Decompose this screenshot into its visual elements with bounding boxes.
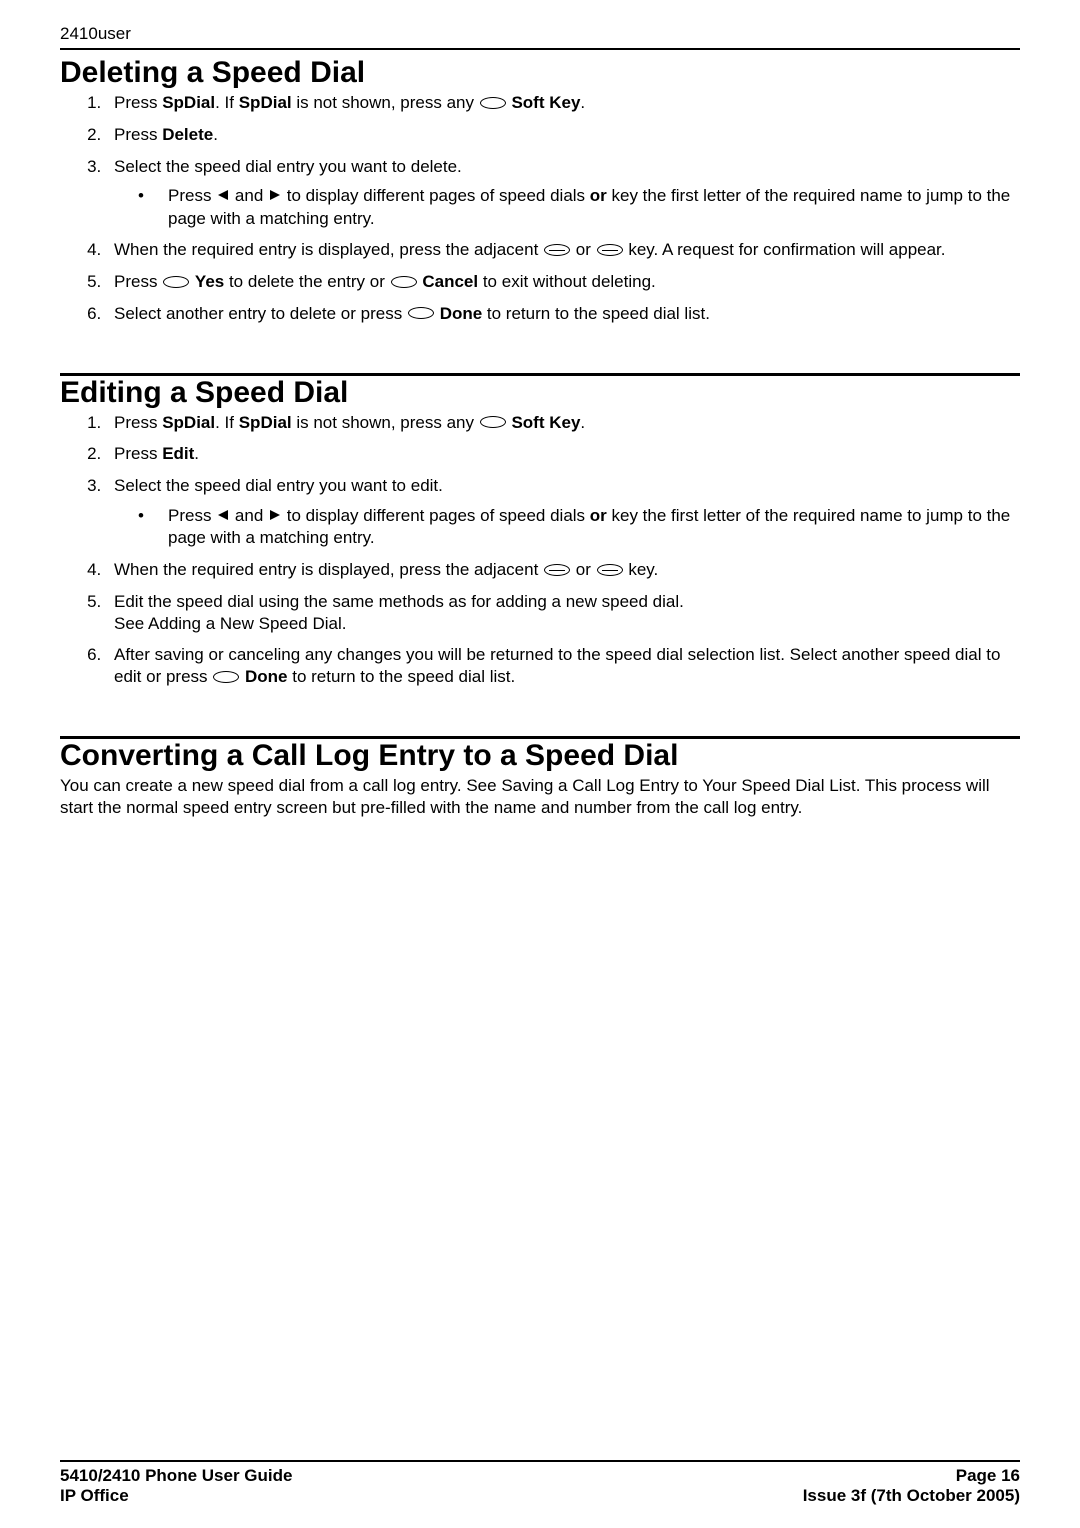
footer-page-number: Page 16 [956,1466,1020,1486]
softkey-icon [408,307,434,319]
heading-converting: Converting a Call Log Entry to a Speed D… [60,739,1020,773]
softkey-icon [597,564,623,576]
list-item: Select the speed dial entry you want to … [106,156,1020,230]
list-item: Press Delete. [106,124,1020,146]
steps-deleting: Press SpDial. If SpDial is not shown, pr… [60,92,1020,325]
arrow-left-icon [216,505,230,527]
arrow-left-icon [216,185,230,207]
list-item: Edit the speed dial using the same metho… [106,591,1020,635]
footer-doc-title: 5410/2410 Phone User Guide [60,1466,292,1486]
list-item: Select another entry to delete or press … [106,303,1020,325]
softkey-icon [544,564,570,576]
list-item: After saving or canceling any changes yo… [106,644,1020,688]
softkey-icon [544,244,570,256]
list-item: Press SpDial. If SpDial is not shown, pr… [106,412,1020,434]
steps-editing: Press SpDial. If SpDial is not shown, pr… [60,412,1020,688]
softkey-icon [597,244,623,256]
list-item: Select the speed dial entry you want to … [106,475,1020,549]
list-item: Press Yes to delete the entry or Cancel … [106,271,1020,293]
divider [60,1460,1020,1462]
list-item: When the required entry is displayed, pr… [106,239,1020,261]
list-item: Press SpDial. If SpDial is not shown, pr… [106,92,1020,114]
softkey-icon [480,416,506,428]
heading-editing: Editing a Speed Dial [60,376,1020,410]
softkey-icon [480,97,506,109]
paragraph-converting: You can create a new speed dial from a c… [60,775,1020,819]
arrow-right-icon [268,185,282,207]
footer-product: IP Office [60,1486,129,1506]
section-deleting: Deleting a Speed Dial Press SpDial. If S… [60,56,1020,363]
list-item: Press and to display different pages of … [168,185,1020,229]
list-item: Press Edit. [106,443,1020,465]
header-doc-title: 2410user [60,24,1020,50]
footer-issue: Issue 3f (7th October 2005) [803,1486,1020,1506]
arrow-right-icon [268,505,282,527]
softkey-icon [213,671,239,683]
softkey-icon [163,276,189,288]
list-item: Press and to display different pages of … [168,505,1020,549]
section-converting: Converting a Call Log Entry to a Speed D… [60,739,1020,847]
section-editing: Editing a Speed Dial Press SpDial. If Sp… [60,376,1020,726]
softkey-icon [391,276,417,288]
list-item: When the required entry is displayed, pr… [106,559,1020,581]
page-footer: 5410/2410 Phone User Guide Page 16 IP Of… [60,1460,1020,1506]
heading-deleting: Deleting a Speed Dial [60,56,1020,90]
